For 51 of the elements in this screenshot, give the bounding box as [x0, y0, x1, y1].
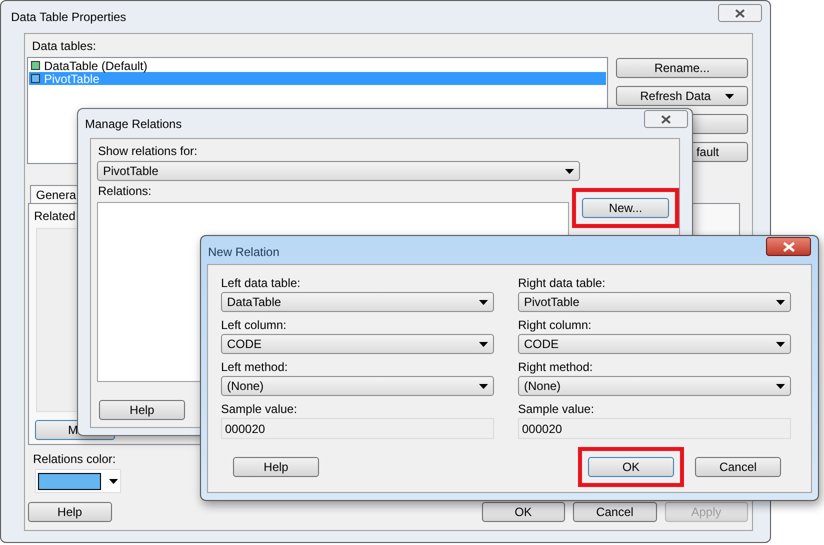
close-button[interactable] [766, 237, 811, 256]
field-label: Sample value: [221, 401, 298, 418]
field-label: Left method: [221, 359, 289, 376]
dropdown-select[interactable]: CODE [518, 334, 791, 354]
dropdown-select[interactable]: (None) [221, 376, 494, 396]
dialog-button[interactable]: Rename... [616, 58, 748, 78]
dropdown-select[interactable]: CODE [221, 334, 494, 354]
field-label: Data tables: [32, 38, 98, 55]
dropdown-caret-icon [724, 94, 734, 98]
field-label: Relations: [98, 183, 152, 200]
dropdown-caret-icon [479, 300, 488, 304]
dialog-button[interactable]: Help [99, 400, 185, 420]
window-title: Manage Relations [85, 116, 182, 133]
field-label: Right column: [518, 317, 592, 334]
close-icon [782, 242, 794, 252]
dialog-button[interactable]: Cancel [695, 457, 781, 477]
close-button[interactable] [644, 110, 688, 128]
sample-value-field: 000020 [221, 418, 494, 439]
dialog-button[interactable]: Help [28, 502, 112, 522]
field-label: Right method: [518, 359, 594, 376]
sample-value-field: 000020 [518, 418, 791, 439]
close-icon [735, 8, 745, 18]
color-picker[interactable] [35, 469, 121, 493]
dropdown-caret-icon [109, 478, 118, 484]
split-button[interactable]: Refresh Data [616, 86, 748, 106]
dropdown-caret-icon [776, 342, 785, 346]
dropdown-caret-icon [776, 300, 785, 304]
dropdown-caret-icon [479, 342, 488, 346]
field-label: Relations color: [33, 451, 116, 468]
dropdown-select[interactable]: (None) [518, 376, 791, 396]
dialog-button[interactable]: New... [582, 198, 669, 218]
window-title: Data Table Properties [11, 9, 126, 26]
close-icon [661, 114, 671, 124]
dropdown-caret-icon [565, 168, 574, 174]
dialog-button[interactable]: Cancel [573, 502, 656, 522]
dialog-button[interactable]: OK [588, 457, 674, 477]
close-button[interactable] [718, 4, 762, 22]
dropdown-select[interactable]: PivotTable [97, 161, 580, 181]
dialog-button[interactable]: OK [482, 502, 565, 522]
dropdown-caret-icon [776, 384, 785, 388]
window-title: New Relation [208, 244, 280, 261]
field-label: Sample value: [518, 401, 596, 418]
list-item[interactable]: DataTable (Default) [29, 59, 606, 72]
field-label: Related [34, 208, 76, 225]
field-label: Left column: [221, 317, 288, 334]
dialog-button[interactable]: Help [233, 457, 319, 477]
dropdown-select[interactable]: DataTable [221, 292, 494, 312]
field-label: Show relations for: [98, 143, 198, 160]
field-label: Left data table: [221, 275, 302, 292]
dropdown-select[interactable]: PivotTable [518, 292, 791, 312]
field-label: Right data table: [518, 275, 606, 292]
